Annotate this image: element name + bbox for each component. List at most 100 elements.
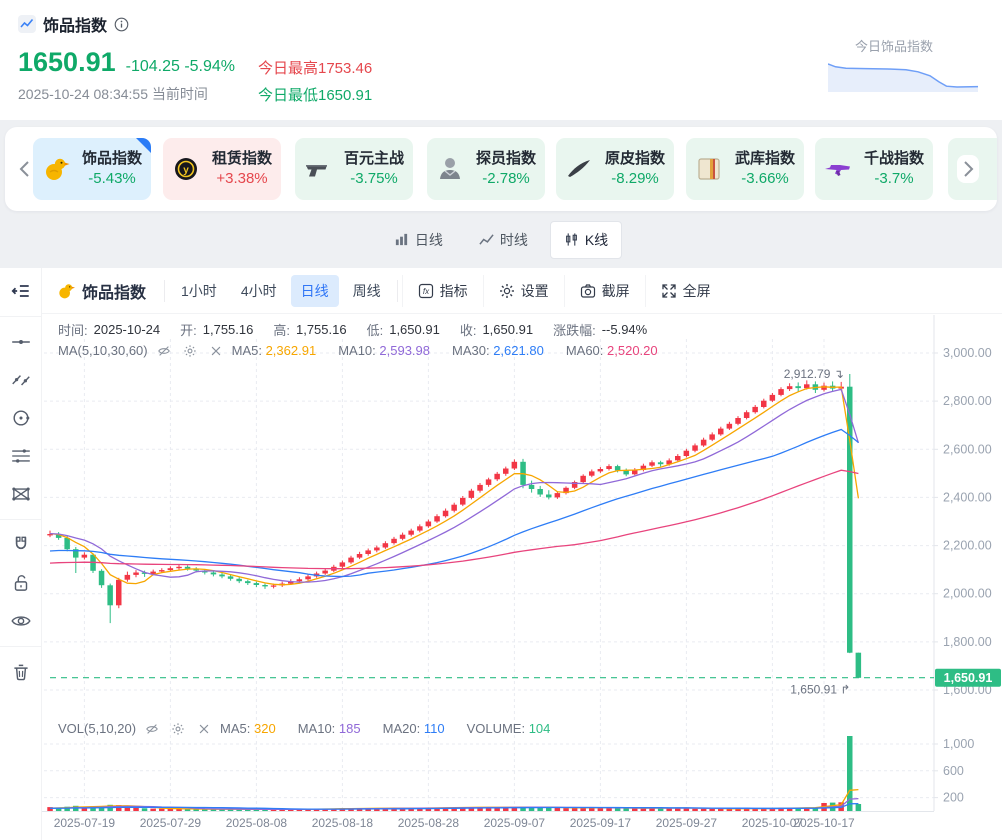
scroll-left-chevron-icon[interactable]	[13, 155, 35, 183]
pistol-icon	[301, 154, 335, 184]
svg-text:y: y	[183, 165, 189, 176]
magnet-icon[interactable]	[10, 534, 32, 556]
line-chart-icon	[479, 232, 494, 247]
divider	[0, 646, 42, 647]
line-chart-icon	[18, 15, 36, 33]
svg-text:2,600.00: 2,600.00	[943, 442, 992, 456]
divider	[0, 316, 42, 317]
svg-text:2025-09-17: 2025-09-17	[570, 816, 632, 830]
tab-daily-line[interactable]: 日线	[380, 221, 457, 259]
divider	[164, 280, 165, 302]
index-tab-shipin[interactable]: 饰品指数-5.43%	[33, 138, 151, 200]
today-high: 今日最高1753.46	[258, 57, 372, 78]
horizontal-line-icon[interactable]	[10, 331, 32, 353]
unlock-icon[interactable]	[10, 572, 32, 594]
delete-icon[interactable]	[10, 661, 32, 683]
price-annotation: 1,650.91 ↱	[790, 683, 850, 697]
knife-icon	[562, 154, 596, 184]
svg-text:2025-08-18: 2025-08-18	[312, 816, 374, 830]
period-4h[interactable]: 4小时	[231, 275, 287, 307]
index-tab-change: -3.66%	[741, 169, 789, 189]
divider	[0, 519, 42, 520]
svg-text:1,000: 1,000	[943, 737, 974, 751]
candle-chart-icon	[564, 232, 579, 247]
tab-kline[interactable]: K线	[550, 221, 622, 259]
circle-icon[interactable]	[10, 407, 32, 429]
svg-text:2025-10-17: 2025-10-17	[793, 816, 855, 830]
index-tab-tanyuan[interactable]: 探员指数-2.78%	[427, 138, 545, 200]
eye-icon[interactable]	[10, 610, 32, 632]
index-tab-qianzhan[interactable]: 千战指数-3.7%	[815, 138, 933, 200]
xabcd-pattern-icon[interactable]	[10, 483, 32, 505]
close-icon[interactable]	[197, 722, 211, 736]
svg-text:2,000.00: 2,000.00	[943, 587, 992, 601]
index-tab-baiyuan[interactable]: 百元主战-3.75%	[295, 138, 413, 200]
kline-chart[interactable]: 2025-07-192025-07-292025-08-082025-08-18…	[42, 315, 1002, 840]
info-circle-icon[interactable]	[114, 17, 129, 32]
price-ma5-line	[50, 387, 858, 585]
price-annotation: 2,912.79 ↴	[784, 367, 844, 381]
fullscreen-icon	[661, 283, 677, 299]
index-tab-zulin[interactable]: y 租赁指数+3.38%	[163, 138, 281, 200]
collapse-icon[interactable]	[10, 280, 32, 302]
scroll-right-chevron-icon[interactable]	[957, 155, 979, 183]
kline-chart-region[interactable]: 2025-07-192025-07-292025-08-082025-08-18…	[42, 315, 1002, 840]
gear-icon	[499, 283, 515, 299]
index-tab-label: 租赁指数	[212, 149, 272, 169]
index-tab-wuku[interactable]: 武库指数-3.66%	[686, 138, 804, 200]
kline-title: 饰品指数	[56, 279, 160, 303]
index-header: 饰品指数 1650.91 -104.25 -5.94% 2025-10-24 0…	[0, 0, 1002, 120]
vol-ma5-line	[50, 790, 858, 810]
price-change: -104.25 -5.94%	[126, 58, 235, 76]
fullscreen-button[interactable]: 全屏	[645, 275, 726, 307]
svg-text:3,000.00: 3,000.00	[943, 346, 992, 360]
index-tab-label: 探员指数	[476, 149, 536, 169]
price-ma60-line	[50, 470, 858, 569]
index-tab-yuanpi[interactable]: 原皮指数-8.29%	[556, 138, 674, 200]
svg-text:1,650.91: 1,650.91	[944, 671, 993, 685]
screenshot-button[interactable]: 截屏	[564, 275, 645, 307]
svg-text:2025-09-27: 2025-09-27	[656, 816, 718, 830]
page-title: 饰品指数	[43, 12, 107, 36]
fx-icon: fx	[418, 283, 434, 299]
rifle-icon	[821, 154, 855, 184]
index-tab-label: 百元主战	[344, 149, 404, 169]
current-price: 1650.91	[18, 47, 116, 78]
mini-chart-title: 今日饰品指数	[855, 36, 933, 55]
parallel-lines-icon[interactable]	[10, 445, 32, 467]
settings-button[interactable]: 设置	[483, 275, 564, 307]
ma-settings-gear-icon[interactable]	[183, 344, 197, 358]
hide-eye-icon[interactable]	[157, 344, 171, 358]
hide-eye-icon[interactable]	[145, 722, 159, 736]
vol-settings-gear-icon[interactable]	[171, 722, 185, 736]
divider	[397, 280, 398, 302]
period-weekly[interactable]: 周线	[343, 275, 391, 307]
candles-group	[47, 374, 861, 678]
svg-text:2025-09-07: 2025-09-07	[484, 816, 546, 830]
trend-lines-icon[interactable]	[10, 369, 32, 391]
period-daily[interactable]: 日线	[291, 275, 339, 307]
index-tab-label: 千战指数	[864, 149, 924, 169]
svg-text:2,400.00: 2,400.00	[943, 490, 992, 504]
svg-text:2,200.00: 2,200.00	[943, 539, 992, 553]
svg-text:2,800.00: 2,800.00	[943, 394, 992, 408]
current-time: 2025-10-24 08:34:55 当前时间	[18, 84, 208, 104]
tab-time-line[interactable]: 时线	[465, 221, 542, 259]
kline-toolbar: 饰品指数 1小时 4小时 日线 周线 fx 指标 设置 截屏 全屏	[42, 268, 1002, 314]
indicators-button[interactable]: fx 指标	[402, 275, 483, 307]
index-tab-label: 饰品指数	[82, 149, 142, 169]
index-tab-change: +3.38%	[216, 169, 267, 189]
agent-icon	[433, 154, 467, 184]
svg-text:2025-08-08: 2025-08-08	[226, 816, 288, 830]
yp-coin-icon: y	[169, 154, 203, 184]
close-icon[interactable]	[209, 344, 223, 358]
index-tab-change: -2.78%	[482, 169, 530, 189]
camera-icon	[580, 283, 596, 299]
period-1h[interactable]: 1小时	[171, 275, 227, 307]
index-tab-change: -3.7%	[874, 169, 913, 189]
svg-text:200: 200	[943, 791, 964, 805]
svg-text:2025-07-29: 2025-07-29	[140, 816, 202, 830]
index-tab-change: -3.75%	[350, 169, 398, 189]
index-tab-change: -8.29%	[611, 169, 659, 189]
selected-corner-badge	[136, 138, 151, 153]
